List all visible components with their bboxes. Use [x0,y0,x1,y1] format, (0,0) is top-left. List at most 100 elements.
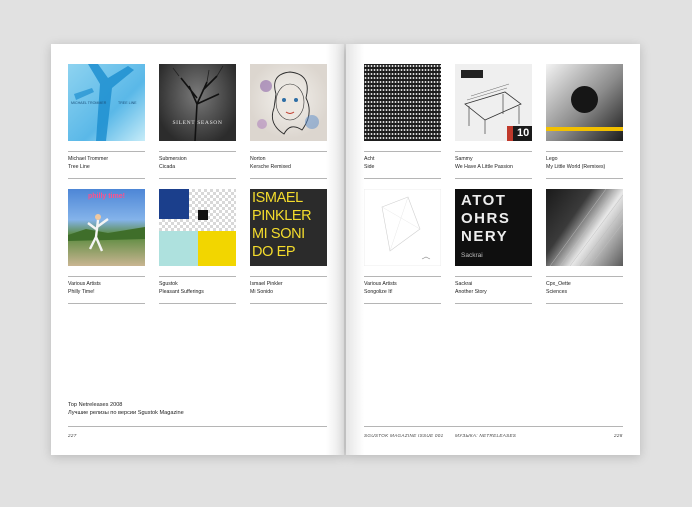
artist-name: Various Artists [364,281,397,287]
release-item: Lego My Little World (Remixes) [546,64,623,179]
cover-text: SILENT SEASON [172,120,223,126]
album-cover [250,64,327,141]
artist-name: Cpx_Oette [546,281,571,287]
left-page: MICHAEL TROMMER TREE LINE Michael Tromme… [51,44,344,455]
gutter-shadow-left [326,44,344,455]
cover-text: ISMAEL [252,190,303,206]
magazine-spread: MICHAEL TROMMER TREE LINE Michael Tromme… [0,0,692,507]
cover-text: TREE LINE [118,101,137,105]
footer-divider [68,426,327,427]
release-title: Philly Time! [68,289,95,295]
divider [250,178,327,179]
cover-text: ATOT [461,192,507,209]
caption: Ismael Pinkler Mi Sonido [250,277,327,303]
release-title: We Have A Little Passion [455,164,513,170]
release-title: Side [364,164,375,170]
album-cover [364,189,441,266]
divider [546,303,623,304]
cover-text: MI SONI [252,226,305,242]
cover-text: 10 [517,127,530,139]
divider [364,178,441,179]
album-cover [364,64,441,141]
artist-name: Sackrai [455,281,473,287]
divider [159,178,236,179]
artist-name: Various Artists [68,281,101,287]
release-title: Another Story [455,289,487,295]
caption: Sgustok Pleasant Sufferings [159,277,236,303]
cover-text: MICHAEL TROMMER [71,101,107,105]
cover-text: NERY [461,228,509,245]
artist-name: Acht [364,156,375,162]
release-title: Cicada [159,164,176,170]
artist-name: Sammy [455,156,473,162]
divider [455,303,532,304]
album-cover: SILENT SEASON [159,64,236,141]
cover-text: philly time! [88,193,125,200]
note-heading: Top Netreleases 2008 [68,402,123,408]
release-title: Songolize It! [364,289,393,295]
cover-shape [159,189,189,219]
album-cover: ISMAEL PINKLER MI SONI DO EP [250,189,327,266]
release-title: Kersche Remixed [250,164,291,170]
release-item: SILENT SEASON Submersion Cicada [159,64,236,179]
divider [250,303,327,304]
album-cover: 10 [455,64,532,141]
album-cover [546,189,623,266]
release-item: 10 Sammy We Have A Little Passion [455,64,532,179]
divider [455,178,532,179]
cover-shape [198,231,236,266]
caption: Michael Trommer Tree Line [68,152,145,178]
page-number: 228 [614,433,623,438]
artist-name: Lego [546,156,558,162]
album-cover: MICHAEL TROMMER TREE LINE [68,64,145,141]
cover-text: PINKLER [252,208,312,224]
release-item: Acht Side [364,64,441,179]
caption: Acht Side [364,152,441,178]
page-note: Top Netreleases 2008 Лучшие релизы по ве… [68,401,184,417]
caption: Norton Kersche Remixed [250,152,327,178]
release-title: My Little World (Remixes) [546,164,606,170]
artist-name: Michael Trommer [68,156,109,162]
release-title: Sciences [546,289,568,295]
release-title: Tree Line [68,164,90,170]
gutter-shadow-right [346,44,364,455]
divider [68,303,145,304]
cover-text: OHRS [461,210,511,227]
release-item: Norton Kersche Remixed [250,64,327,179]
divider [68,178,145,179]
caption: Submersion Cicada [159,152,236,178]
cover-shape [546,127,623,131]
album-cover [159,189,236,266]
release-title: Mi Sonido [250,289,274,295]
release-item: ATOT OHRS NERY Sackrai Sackrai Another S… [455,189,532,304]
right-page: Acht Side 10 Sammy We Have A Little Pass… [346,44,640,455]
cover-text: DO EP [252,244,296,260]
note-subheading: Лучшие релизы по версии Sgustok Magazine [68,410,184,416]
release-item: philly time! Various Artists Philly Time… [68,189,145,304]
caption: Lego My Little World (Remixes) [546,152,623,178]
artist-name: Norton [250,156,266,162]
album-cover: ATOT OHRS NERY Sackrai [455,189,532,266]
release-title: Pleasant Sufferings [159,289,204,295]
artist-name: Sgustok [159,281,178,287]
artist-name: Ismael Pinkler [250,281,283,287]
cover-shape [198,210,208,220]
caption: Various Artists Songolize It! [364,277,441,303]
album-cover: philly time! [68,189,145,266]
folio-section: МУЗЫКА: NETRELEASES [455,433,517,438]
divider [159,303,236,304]
caption: Cpx_Oette Sciences [546,277,623,303]
divider [364,303,441,304]
caption: Sammy We Have A Little Passion [455,152,532,178]
caption: Sackrai Another Story [455,277,532,303]
page-number: 227 [68,433,77,438]
divider [546,178,623,179]
footer-divider [364,426,623,427]
album-cover [546,64,623,141]
release-item: MICHAEL TROMMER TREE LINE Michael Tromme… [68,64,145,179]
cover-text: Sackrai [461,252,483,259]
release-item: Cpx_Oette Sciences [546,189,623,304]
artist-name: Submersion [159,156,187,162]
release-item: ISMAEL PINKLER MI SONI DO EP Ismael Pink… [250,189,327,304]
release-item: Various Artists Songolize It! [364,189,441,304]
